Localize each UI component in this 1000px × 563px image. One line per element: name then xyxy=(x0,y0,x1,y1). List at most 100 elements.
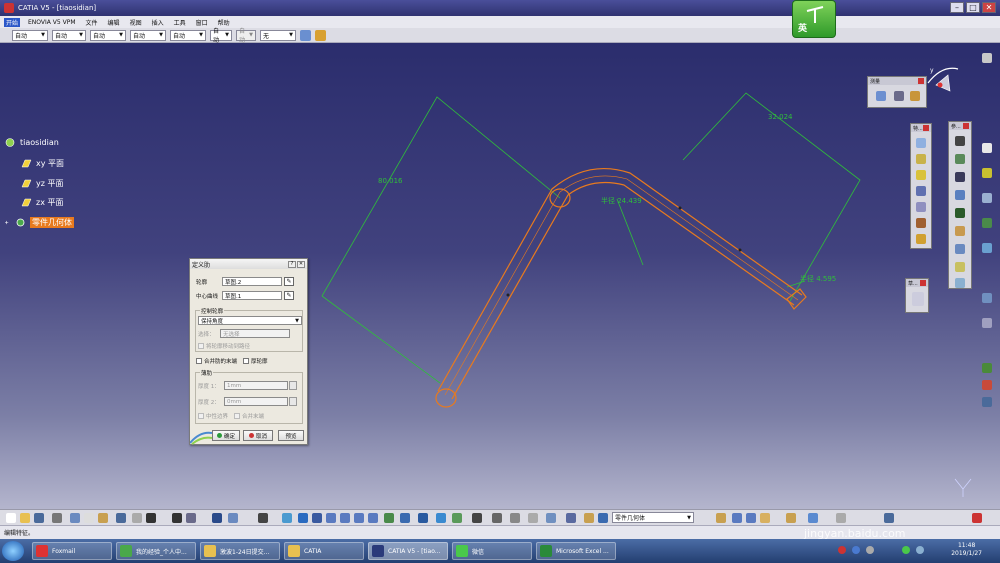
tree-root[interactable]: tiaosidian xyxy=(5,138,59,147)
toolbar-extra-icon[interactable] xyxy=(808,513,818,523)
close-button[interactable]: ✕ xyxy=(982,2,996,13)
stiffener-icon[interactable] xyxy=(916,234,926,244)
close-icon[interactable] xyxy=(963,123,969,129)
point-icon[interactable] xyxy=(955,172,965,182)
knowledge-icon[interactable] xyxy=(982,218,992,228)
open-file-icon[interactable] xyxy=(20,513,30,523)
merge-ends-checkbox[interactable] xyxy=(196,358,202,364)
save-icon[interactable] xyxy=(34,513,44,523)
slot-icon[interactable] xyxy=(916,218,926,228)
tree-item-zx-plane[interactable]: zx 平面 xyxy=(21,197,63,208)
body-select-combo[interactable]: 零件几何体 ▼ xyxy=(612,512,694,523)
pen-icon[interactable] xyxy=(955,226,965,236)
snap-icon[interactable] xyxy=(566,513,576,523)
copy-icon[interactable] xyxy=(84,513,94,523)
shading-icon[interactable] xyxy=(418,513,428,523)
tray-wechat-icon[interactable] xyxy=(902,546,910,554)
axis-icon[interactable] xyxy=(955,154,965,164)
fly-icon[interactable] xyxy=(282,513,292,523)
profile-control-select[interactable]: 保持角度 ▼ xyxy=(198,316,302,325)
tray-flag-icon[interactable] xyxy=(916,546,924,554)
draft-analysis-icon[interactable] xyxy=(982,380,992,390)
taskbar-clock[interactable]: 11:48 2019/1/27 xyxy=(951,542,982,558)
task-foxmail[interactable]: Foxmail xyxy=(32,542,112,560)
tree-item-xy-plane[interactable]: xy 平面 xyxy=(21,158,64,169)
help-button[interactable]: ? xyxy=(288,260,296,268)
menu-edit[interactable]: 编辑 xyxy=(106,18,122,27)
toolbar-extra2-icon[interactable] xyxy=(836,513,846,523)
zoom-out-icon[interactable] xyxy=(354,513,364,523)
pad-icon[interactable] xyxy=(916,138,926,148)
grid-icon[interactable] xyxy=(982,193,992,203)
sketch-icon[interactable] xyxy=(955,136,965,146)
render-icon[interactable] xyxy=(510,513,520,523)
close-icon[interactable] xyxy=(920,280,926,286)
dimension-label-d1[interactable]: 80.016 xyxy=(378,177,403,185)
table-icon[interactable] xyxy=(212,513,222,523)
image-icon[interactable] xyxy=(732,513,742,523)
dimension-label-radius1[interactable]: 半径 24.439 xyxy=(601,196,642,205)
pan-icon[interactable] xyxy=(312,513,322,523)
sketch-pick-icon[interactable]: ✎ xyxy=(284,291,294,300)
profile-field[interactable]: 草图.2 xyxy=(222,277,282,286)
task-catia[interactable]: CATIA V5 - [tiao... xyxy=(368,542,448,560)
line-icon[interactable] xyxy=(955,190,965,200)
normal-view-icon[interactable] xyxy=(368,513,378,523)
start-button[interactable] xyxy=(2,541,24,561)
menu-insert[interactable]: 插入 xyxy=(150,18,166,27)
paint-icon[interactable] xyxy=(584,513,594,523)
dimension-label-d2[interactable]: 32.024 xyxy=(768,113,793,121)
circle-icon[interactable] xyxy=(955,244,965,254)
scale-icon[interactable] xyxy=(528,513,538,523)
sketcher-icon[interactable] xyxy=(912,292,924,306)
dialog-close-button[interactable]: ✕ xyxy=(297,260,305,268)
menu-start[interactable]: 开始 xyxy=(4,17,21,27)
shaft-icon[interactable] xyxy=(916,170,926,180)
settings-icon[interactable] xyxy=(982,53,992,63)
fit-all-icon[interactable] xyxy=(298,513,308,523)
hide-show-icon[interactable] xyxy=(436,513,446,523)
sketch-pick-icon[interactable]: ✎ xyxy=(284,277,294,286)
menu-view[interactable]: 视图 xyxy=(128,18,144,27)
tray-sogou-icon[interactable] xyxy=(838,546,846,554)
plane-tool-icon[interactable] xyxy=(955,208,965,218)
paste-icon[interactable] xyxy=(98,513,108,523)
expand-plus-icon[interactable] xyxy=(5,218,11,227)
cut-icon[interactable] xyxy=(70,513,80,523)
point-type-combo[interactable]: 自动 ▼ xyxy=(170,29,206,41)
task-catia-folder[interactable]: CATIA xyxy=(284,542,364,560)
plane-tool-icon[interactable] xyxy=(982,168,992,178)
layer-combo[interactable]: 无 ▼ xyxy=(260,29,296,41)
datum-icon[interactable] xyxy=(982,318,992,328)
analysis-icon[interactable] xyxy=(982,363,992,373)
new-file-icon[interactable] xyxy=(6,513,16,523)
dimension-label-radius2[interactable]: 半径 4.595 xyxy=(800,274,836,283)
swap-space-icon[interactable] xyxy=(452,513,462,523)
annotation-icon[interactable] xyxy=(760,513,770,523)
close-icon[interactable] xyxy=(923,125,929,131)
multi-view-icon[interactable] xyxy=(384,513,394,523)
toolbar-extra3-icon[interactable] xyxy=(884,513,894,523)
3d-viewport[interactable]: 80.016 32.024 半径 24.439 半径 4.595 y tiaos… xyxy=(0,43,1000,509)
tree-item-part-body[interactable]: 零件几何体 xyxy=(5,217,74,228)
constraint-icon[interactable] xyxy=(955,262,965,272)
catalog-icon[interactable] xyxy=(982,293,992,303)
whats-this-icon[interactable] xyxy=(146,513,156,523)
tree-item-yz-plane[interactable]: yz 平面 xyxy=(21,178,63,189)
pocket-icon[interactable] xyxy=(916,154,926,164)
capture-icon[interactable] xyxy=(746,513,756,523)
analysis-icon[interactable] xyxy=(955,278,965,288)
hole-icon[interactable] xyxy=(916,186,926,196)
preview-button[interactable]: 预览 xyxy=(278,430,304,441)
line-type-combo[interactable]: 自动 ▼ xyxy=(130,29,166,41)
cancel-button[interactable]: 取消 xyxy=(243,430,273,441)
geometry-canvas[interactable]: 80.016 32.024 半径 24.439 半径 4.595 y xyxy=(0,43,1000,509)
task-browser[interactable]: 我的经验_个人中... xyxy=(116,542,196,560)
menu-enovia[interactable]: ENOVIA V5 VPM xyxy=(26,19,78,26)
brush-icon[interactable] xyxy=(315,29,326,41)
apply-material-icon[interactable] xyxy=(982,243,992,253)
catalog-browser-icon[interactable] xyxy=(228,513,238,523)
formula-icon[interactable] xyxy=(172,513,182,523)
rib-icon[interactable] xyxy=(916,202,926,212)
menu-file[interactable]: 文件 xyxy=(84,18,100,27)
